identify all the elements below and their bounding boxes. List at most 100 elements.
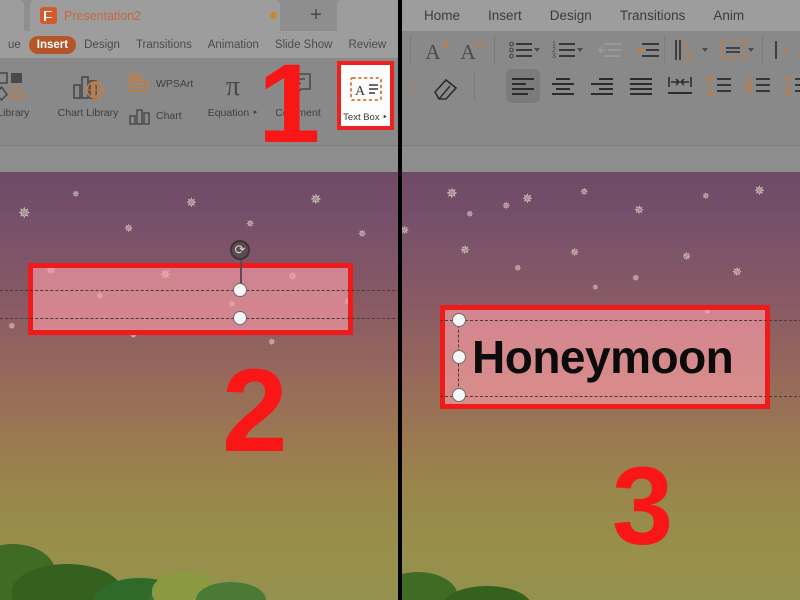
tab-design-right[interactable]: Design	[536, 5, 606, 26]
selection-handle[interactable]	[452, 350, 466, 364]
increase-font-size-button[interactable]: A	[420, 33, 454, 67]
svg-text:•: •	[411, 80, 414, 87]
step-number-2: 2	[222, 345, 288, 477]
ribbon-label-chart-library: Chart Library	[57, 107, 119, 119]
increase-indent-button[interactable]	[630, 33, 664, 67]
bullet-list-icon	[509, 41, 532, 59]
align-text-in-box-icon	[720, 40, 746, 60]
tab-home-partial[interactable]: ue	[0, 36, 29, 54]
step-number-3: 3	[612, 445, 674, 568]
new-tab-button[interactable]: +	[303, 5, 329, 27]
ribbon-item-wpsart[interactable]: WPSArt	[128, 70, 193, 96]
left-ribbon-lower-strip	[0, 145, 400, 172]
selection-handle[interactable]	[233, 311, 247, 325]
svg-text:2: 2	[410, 88, 415, 97]
eraser-icon	[434, 78, 458, 100]
selection-handle[interactable]	[452, 313, 466, 327]
right-ribbon-tab-row: Home Insert Design Transitions Anim	[402, 0, 800, 31]
tab-insert[interactable]: Insert	[28, 35, 77, 54]
align-center-icon	[552, 78, 574, 95]
tab-transitions[interactable]: Transitions	[128, 36, 200, 54]
textbox-guide-line-top	[440, 320, 800, 321]
svg-text:3: 3	[552, 53, 556, 60]
align-left-icon	[512, 78, 534, 95]
tab-design[interactable]: Design	[76, 36, 128, 54]
align-left-button[interactable]	[506, 69, 540, 103]
textbox-guide-line-bottom	[0, 318, 400, 319]
shape-library-icon	[0, 64, 26, 106]
decrease-font-size-icon: A	[460, 40, 484, 63]
right-ribbon-body: A A 1 2 3 A é • 2	[402, 31, 800, 145]
ribbon-item-chart[interactable]: Chart	[128, 102, 190, 128]
align-right-icon	[591, 78, 613, 95]
step-number-1: 1	[258, 41, 321, 166]
textbox-text-honeymoon[interactable]: Honeymoon	[472, 330, 734, 384]
document-tab-presentation2[interactable]: Presentation2	[30, 0, 280, 31]
equation-text: Equation	[207, 107, 250, 119]
panel-divider	[398, 0, 402, 600]
ribbon-label-shape-library: n Library	[0, 107, 30, 119]
ribbon-item-shape-library[interactable]: n Library	[0, 64, 40, 119]
tab-transitions-right[interactable]: Transitions	[606, 5, 700, 26]
distribute-button[interactable]	[663, 69, 697, 103]
align-right-button[interactable]	[585, 69, 619, 103]
svg-text:A: A	[460, 40, 476, 63]
tab-animation-right[interactable]: Anim	[699, 5, 758, 26]
text-box-button-highlighted[interactable]: A Text Box ‣	[337, 61, 394, 130]
line-spacing-icon	[785, 76, 800, 96]
decrease-indent-button[interactable]	[592, 33, 626, 67]
slide-canvas-left[interactable]: ✵ ✵ ✵ ✵ ✵ ✵ ✵ ✵ ✵ ✵ ✵ ✵ ✵ ✵ ✵ ✵	[0, 172, 400, 600]
left-ribbon-tab-row: ue Insert Design Transitions Animation S…	[0, 31, 400, 58]
paragraph-settings-button[interactable]: é	[768, 33, 800, 67]
document-tab-partial[interactable]	[0, 0, 24, 31]
left-panel: Presentation2 + ue Insert Design Transit…	[0, 0, 400, 600]
textbox-guide-line-top	[0, 290, 400, 291]
svg-text:A: A	[354, 84, 365, 99]
tab-review[interactable]: Review	[340, 36, 394, 54]
rotate-handle-icon[interactable]: ⟳	[230, 240, 250, 260]
toolbar-separator	[664, 35, 665, 65]
tab-strip-filler	[337, 0, 400, 31]
equation-pi-icon: π	[216, 64, 250, 106]
selection-handle[interactable]	[233, 283, 247, 297]
align-text-box-button[interactable]	[716, 33, 750, 67]
numbered-list-button[interactable]: 1 2 3	[547, 33, 581, 67]
line-spacing-button[interactable]	[780, 69, 800, 103]
align-center-button[interactable]	[546, 69, 580, 103]
clear-formatting-button[interactable]	[428, 71, 462, 105]
right-ribbon-lower-strip	[402, 145, 800, 172]
paragraph-settings-icon: é	[775, 41, 789, 59]
numbered-list-caret[interactable]	[577, 48, 583, 52]
textbox-draw-highlight[interactable]	[28, 263, 353, 335]
text-box-dropdown-caret[interactable]: ‣	[382, 112, 388, 123]
svg-text:é: é	[784, 44, 789, 56]
text-direction-icon: A	[675, 40, 691, 60]
align-text-box-caret[interactable]	[748, 48, 754, 52]
line-spacing-decrease-button[interactable]	[702, 69, 736, 103]
svg-text:π: π	[226, 71, 240, 102]
slide-canvas-right[interactable]: ✵ ✵ ✵ ✵ ✵ ✵ ✵ ✵ ✵ ✵ ✵ ✵ ✵ ✵ ✵ ✵ ✵ ✵	[402, 172, 800, 600]
toolbar-separator	[494, 35, 495, 65]
document-tab-strip: Presentation2 +	[0, 0, 400, 31]
bullet-list-button[interactable]	[504, 33, 538, 67]
textbox-guide-line-bottom	[440, 396, 800, 397]
tab-home[interactable]: Home	[410, 5, 474, 26]
numbered-list-icon: 1 2 3	[552, 41, 575, 60]
distribute-icon	[668, 77, 692, 94]
selection-handle[interactable]	[452, 388, 466, 402]
left-ribbon-chrome: Presentation2 + ue Insert Design Transit…	[0, 0, 400, 172]
justify-button[interactable]	[624, 69, 658, 103]
wpsart-icon	[128, 70, 152, 96]
decrease-font-size-button[interactable]: A	[455, 33, 489, 67]
right-panel: Home Insert Design Transitions Anim A A …	[402, 0, 800, 600]
text-direction-caret[interactable]	[702, 48, 708, 52]
tab-insert-right[interactable]: Insert	[474, 5, 536, 26]
chart-icon	[128, 102, 152, 128]
line-spacing-increase-button[interactable]	[741, 69, 775, 103]
ribbon-label-text-box: Text Box ‣	[343, 112, 388, 123]
bullet-list-caret[interactable]	[534, 48, 540, 52]
tab-animation[interactable]: Animation	[200, 36, 267, 54]
text-direction-button[interactable]: A	[670, 33, 704, 67]
ribbon-item-chart-library[interactable]: Chart Library	[45, 64, 131, 119]
line-spacing-increase-icon	[746, 77, 770, 95]
